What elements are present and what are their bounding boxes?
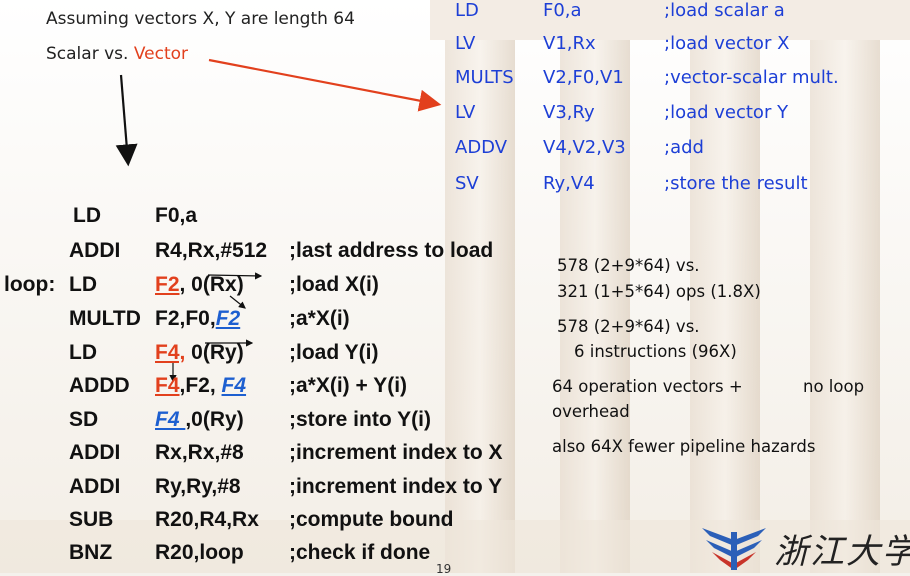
loop-label: loop: <box>4 273 56 296</box>
scalar-comment: ;last address to load <box>289 239 494 262</box>
university-logo: 浙江大学 <box>698 520 910 573</box>
vector-opcode: ADDV <box>455 137 508 158</box>
note-instr-line2: 6 instructions (96X) <box>574 342 737 361</box>
scalar-opcode: ADDI <box>69 441 121 464</box>
slide-content: Assuming vectors X, Y are length 64 Scal… <box>0 0 910 576</box>
scalar-operands: R20,R4,Rx <box>155 508 259 531</box>
note-ops-line2: 321 (1+5*64) ops (1.8X) <box>557 282 761 301</box>
vector-opcode: SV <box>455 173 479 194</box>
scalar-opcode: MULTD <box>69 307 141 330</box>
scalar-comment: ;check if done <box>289 541 431 564</box>
scalar-opcode: LD <box>69 341 97 364</box>
scalar-operands: F2,F0,F2 <box>155 307 240 331</box>
vector-operands: V4,V2,V3 <box>543 137 626 158</box>
operand-rest: F2,F0, <box>155 307 216 330</box>
vector-operands: V3,Ry <box>543 102 595 123</box>
scalar-comment: ;load Y(i) <box>289 341 379 364</box>
vector-comment: ;vector-scalar mult. <box>664 67 839 88</box>
scalar-comment: ;store into Y(i) <box>289 408 431 431</box>
vector-operands: V2,F0,V1 <box>543 67 624 88</box>
vector-comment: ;load scalar a <box>664 0 785 21</box>
vector-comment: ;load vector X <box>664 33 790 54</box>
operand-rest: , 0(Rx) <box>179 273 244 296</box>
reg-f2: F2 <box>215 307 241 330</box>
reg-f2: F2 <box>155 273 180 296</box>
scalar-operands: F4 ,0(Ry) <box>155 408 244 432</box>
scalar-opcode: LD <box>69 273 97 296</box>
logo-text: 浙江大学 <box>774 532 910 572</box>
operand-rest: ,0(Ry) <box>185 408 244 431</box>
scalar-comment: ;compute bound <box>289 508 454 531</box>
scalar-comment: ;load X(i) <box>289 273 379 296</box>
scalar-opcode: BNZ <box>69 541 113 564</box>
page-number: 19 <box>436 562 452 576</box>
scalar-operands: R4,Rx,#512 <box>155 239 268 262</box>
vector-operands: Ry,V4 <box>543 173 595 194</box>
vector-opcode: LD <box>455 0 479 21</box>
scalar-comment: ;a*X(i) <box>289 307 350 330</box>
scalar-comment: ;a*X(i) + Y(i) <box>289 374 408 397</box>
vector-opcode: LV <box>455 102 476 123</box>
reg-f4: F4 <box>155 408 186 431</box>
logo-emblem-icon <box>702 528 766 570</box>
scalar-opcode: ADDI <box>69 475 121 498</box>
operand-rest: 0(Ry) <box>185 341 244 364</box>
scalar-operands: F0,a <box>155 204 198 227</box>
scalar-operands: Rx,Rx,#8 <box>155 441 244 464</box>
scalar-opcode: ADDD <box>69 374 130 397</box>
reg-f4: F4 <box>221 374 247 397</box>
vector-comment: ;load vector Y <box>664 102 789 123</box>
vector-comment: ;add <box>664 137 704 158</box>
scalar-operands: R20,loop <box>155 541 244 564</box>
scalar-comment: ;increment index to Y <box>289 475 503 498</box>
scalar-arrow <box>115 74 138 167</box>
vector-arrow <box>208 58 442 112</box>
scalar-opcode: SUB <box>69 508 114 531</box>
note-hazards: also 64X fewer pipeline hazards <box>552 437 816 456</box>
reg-f4: F4, <box>155 341 186 364</box>
note-vectors-line1: 64 operation vectors + <box>552 377 743 396</box>
scalar-operands: Ry,Ry,#8 <box>155 475 241 498</box>
scalar-operands: F4,F2, F4 <box>155 374 246 398</box>
operand-rest: ,F2, <box>179 374 222 397</box>
scalar-opcode: SD <box>69 408 99 431</box>
note-instr-line1: 578 (2+9*64) vs. <box>557 317 700 336</box>
note-vectors-noloop: no loop <box>803 377 865 396</box>
scalar-comment: ;increment index to X <box>289 441 503 464</box>
scalar-operands: F4, 0(Ry) <box>155 341 244 365</box>
vector-comment: ;store the result <box>664 173 808 194</box>
vector-operands: V1,Rx <box>543 33 596 54</box>
note-ops-line1: 578 (2+9*64) vs. <box>557 256 700 275</box>
scalar-opcode: ADDI <box>69 239 121 262</box>
vector-opcode: LV <box>455 33 476 54</box>
scalar-operands: F2, 0(Rx) <box>155 273 244 297</box>
reg-f4: F4 <box>155 374 180 397</box>
vector-operands: F0,a <box>543 0 582 21</box>
vector-opcode: MULTS <box>455 67 514 88</box>
note-vectors-line2: overhead <box>552 402 630 421</box>
scalar-opcode: LD <box>73 204 101 227</box>
